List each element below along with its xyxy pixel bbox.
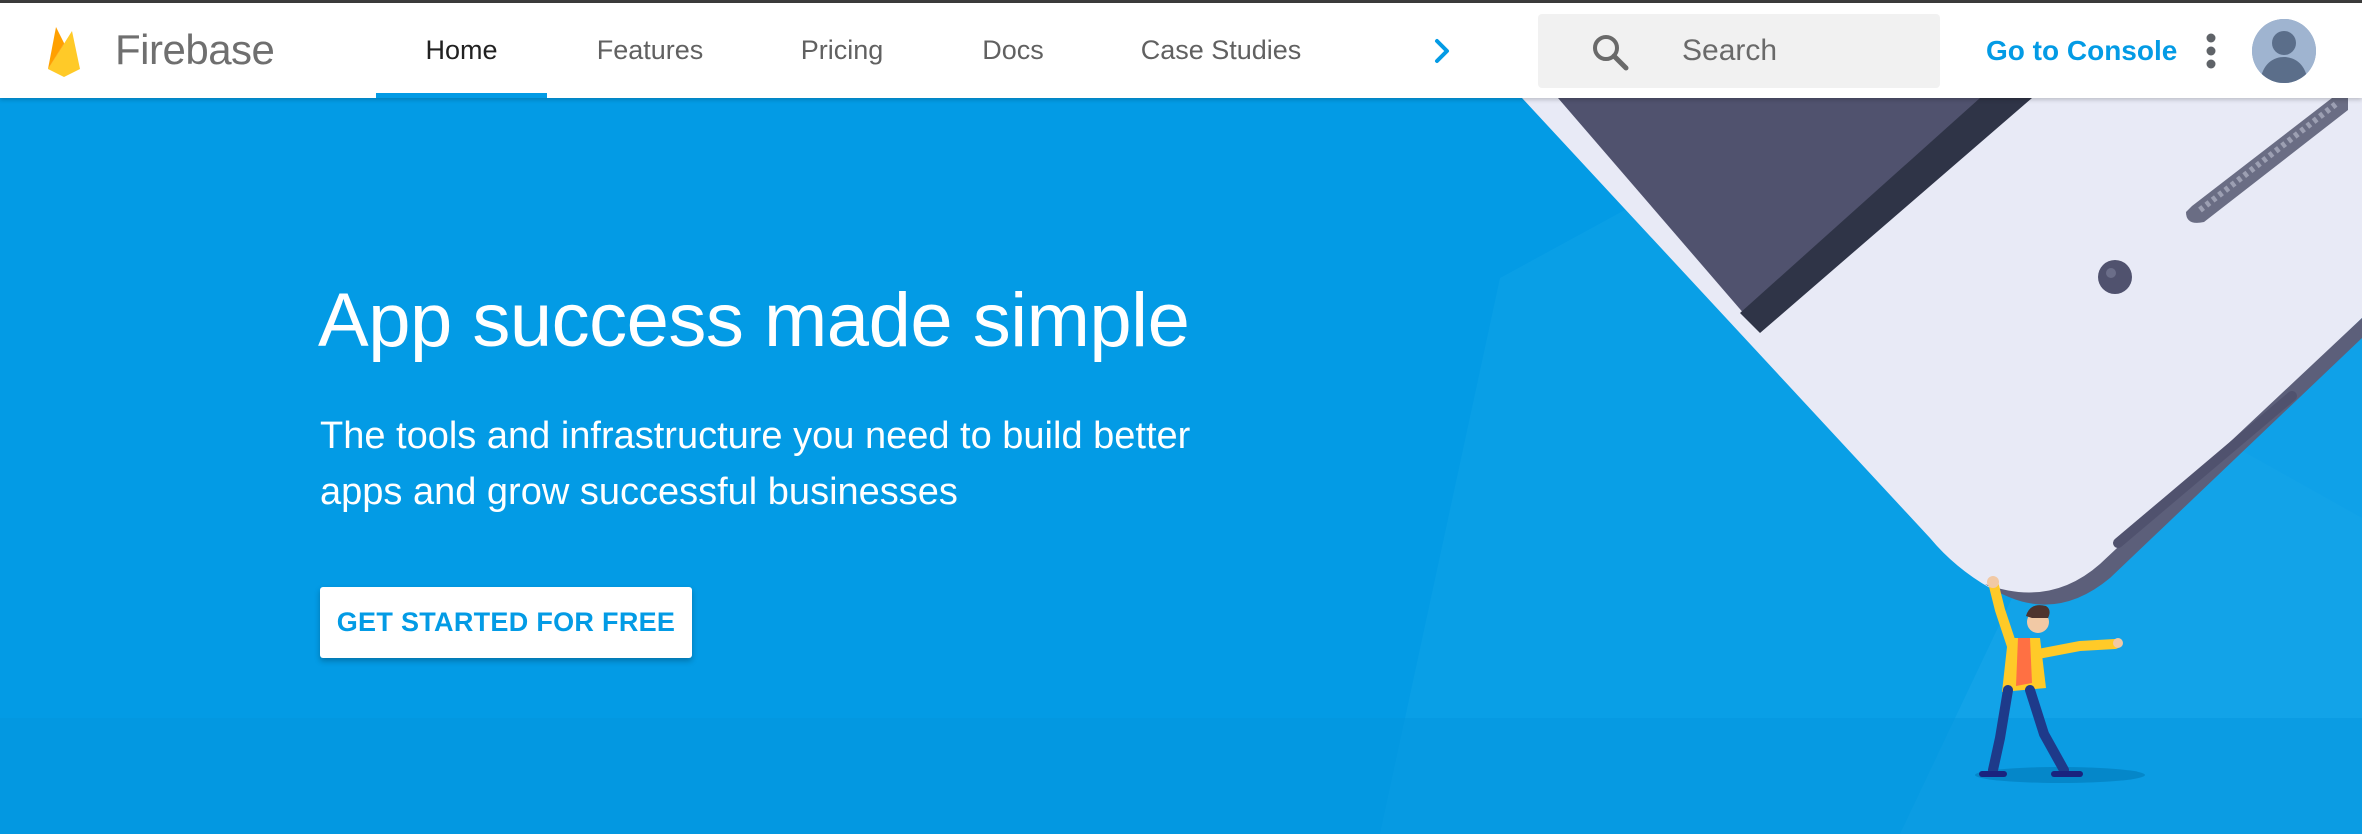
search-icon [1593,35,1629,71]
get-started-button[interactable]: GET STARTED FOR FREE [320,587,692,658]
chevron-right-icon[interactable] [1424,33,1460,69]
hero-subtitle: The tools and infrastructure you need to… [320,415,1191,513]
tab-features[interactable]: Features [580,3,720,98]
search-input[interactable] [1682,26,1922,76]
tab-docs[interactable]: Docs [968,3,1058,98]
tab-home[interactable]: Home [376,3,547,98]
brand-name[interactable]: Firebase [115,25,275,75]
tab-case-studies[interactable]: Case Studies [1126,3,1316,98]
hero-title: App success made simple [318,278,1190,363]
search-box[interactable] [1538,14,1940,88]
avatar[interactable] [2252,19,2316,83]
more-vert-icon[interactable] [2196,30,2226,72]
tab-pricing[interactable]: Pricing [780,3,904,98]
firebase-logo[interactable] [44,23,84,79]
top-navigation-bar: Firebase Home Features Pricing Docs Case… [0,3,2362,98]
go-to-console-link[interactable]: Go to Console [1986,31,2177,71]
avatar-icon [2252,19,2316,83]
hero-section: App success made simple The tools and in… [0,98,2362,834]
